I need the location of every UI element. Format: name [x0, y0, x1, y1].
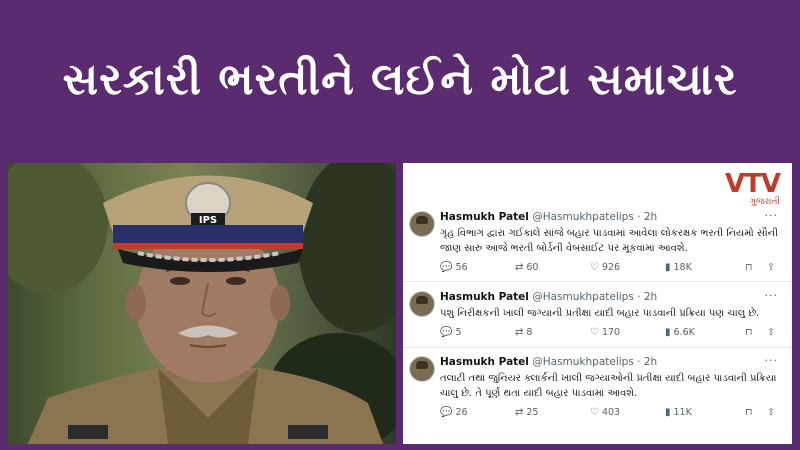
- headline-banner: સરકારી ભરતીને લઈને મોટા સમાચાર: [0, 0, 800, 158]
- cap-badge-text: IPS: [199, 215, 217, 226]
- more-icon[interactable]: ···: [765, 289, 779, 302]
- tweet-header: Hasmukh Patel @Hasmukhpatelips · 2h: [440, 211, 657, 223]
- tweet-time: · 2h: [637, 291, 658, 303]
- reply-icon: 💬: [440, 407, 453, 418]
- author-handle[interactable]: @Hasmukhpatelips: [532, 291, 634, 303]
- like-count: 926: [601, 262, 621, 273]
- divider: [403, 347, 792, 348]
- retweet-count: 25: [526, 407, 539, 418]
- tweet-time: · 2h: [637, 211, 658, 223]
- like-icon: ♡: [590, 262, 599, 273]
- tweet-screenshot-panel: VTV ગુજરાતી Hasmukh Patel @Hasmukhpateli…: [403, 163, 792, 444]
- views-icon: ▮: [665, 262, 671, 273]
- like-icon: ♡: [590, 407, 599, 418]
- views-button[interactable]: ▮ 11K: [665, 407, 692, 418]
- views-count: 11K: [673, 407, 692, 418]
- reply-button[interactable]: 💬 5: [440, 327, 462, 338]
- officer-photo: IPS: [8, 163, 396, 444]
- like-count: 403: [601, 407, 621, 418]
- headline-title: સરકારી ભરતીને લઈને મોટા સમાચાર: [62, 53, 738, 105]
- views-icon: ▮: [665, 407, 671, 418]
- like-button[interactable]: ♡ 170: [590, 327, 620, 338]
- bookmark-icon[interactable]: ⊓: [745, 407, 752, 418]
- vtv-logo: VTV ગુજરાતી: [725, 169, 781, 207]
- reply-count: 5: [455, 327, 462, 338]
- author-name[interactable]: Hasmukh Patel: [440, 291, 529, 303]
- reply-icon: 💬: [440, 262, 453, 273]
- tweet-text: પશુ નિરીક્ષકની ખાલી જગ્યાની પ્રતીક્ષા યા…: [440, 308, 760, 319]
- more-icon[interactable]: ···: [765, 354, 779, 367]
- like-button[interactable]: ♡ 403: [590, 407, 620, 418]
- views-icon: ▮: [665, 327, 671, 338]
- avatar[interactable]: [409, 291, 435, 317]
- author-name[interactable]: Hasmukh Patel: [440, 356, 529, 368]
- retweet-icon: ⇄: [515, 327, 524, 338]
- retweet-count: 8: [526, 327, 533, 338]
- reply-button[interactable]: 💬 56: [440, 262, 468, 273]
- tweet-time: · 2h: [637, 356, 658, 368]
- tweet-actions: 💬 56 ⇄ 60 ♡ 926 ▮ 18K ⊓ ⇧: [440, 262, 785, 276]
- retweet-button[interactable]: ⇄ 8: [515, 327, 532, 338]
- tweet-text: તલાટી તથા જુનિયર ક્લાર્કની ખાલી જગ્યાઓની…: [440, 373, 777, 399]
- views-count: 6.6K: [673, 327, 695, 338]
- like-count: 170: [601, 327, 621, 338]
- bookmark-icon[interactable]: ⊓: [745, 262, 752, 273]
- retweet-icon: ⇄: [515, 407, 524, 418]
- views-count: 18K: [673, 262, 692, 273]
- avatar[interactable]: [409, 356, 435, 382]
- like-icon: ♡: [590, 327, 599, 338]
- like-button[interactable]: ♡ 926: [590, 262, 620, 273]
- more-icon[interactable]: ···: [765, 209, 779, 222]
- retweet-icon: ⇄: [515, 262, 524, 273]
- retweet-button[interactable]: ⇄ 60: [515, 262, 538, 273]
- retweet-count: 60: [526, 262, 539, 273]
- author-handle[interactable]: @Hasmukhpatelips: [532, 356, 634, 368]
- share-icon[interactable]: ⇧: [767, 262, 775, 273]
- divider: [403, 281, 792, 282]
- reply-count: 26: [455, 407, 468, 418]
- tweet-header: Hasmukh Patel @Hasmukhpatelips · 2h: [440, 291, 657, 303]
- reply-count: 56: [455, 262, 468, 273]
- tweet-text: ગૃહ વિભાગ દ્વારા ગઈકાલે સાંજે બહાર પાડવા…: [440, 228, 778, 254]
- author-handle[interactable]: @Hasmukhpatelips: [532, 211, 634, 223]
- tweet-actions: 💬 26 ⇄ 25 ♡ 403 ▮ 11K ⊓ ⇧: [440, 407, 785, 421]
- share-icon[interactable]: ⇧: [767, 327, 775, 338]
- author-name[interactable]: Hasmukh Patel: [440, 211, 529, 223]
- bookmark-icon[interactable]: ⊓: [745, 327, 752, 338]
- share-icon[interactable]: ⇧: [767, 407, 775, 418]
- views-button[interactable]: ▮ 18K: [665, 262, 692, 273]
- avatar[interactable]: [409, 211, 435, 237]
- reply-icon: 💬: [440, 327, 453, 338]
- retweet-button[interactable]: ⇄ 25: [515, 407, 538, 418]
- reply-button[interactable]: 💬 26: [440, 407, 468, 418]
- tweet-actions: 💬 5 ⇄ 8 ♡ 170 ▮ 6.6K ⊓ ⇧: [440, 327, 785, 341]
- logo-main-text: VTV: [725, 169, 781, 199]
- tweet-header: Hasmukh Patel @Hasmukhpatelips · 2h: [440, 356, 657, 368]
- views-button[interactable]: ▮ 6.6K: [665, 327, 695, 338]
